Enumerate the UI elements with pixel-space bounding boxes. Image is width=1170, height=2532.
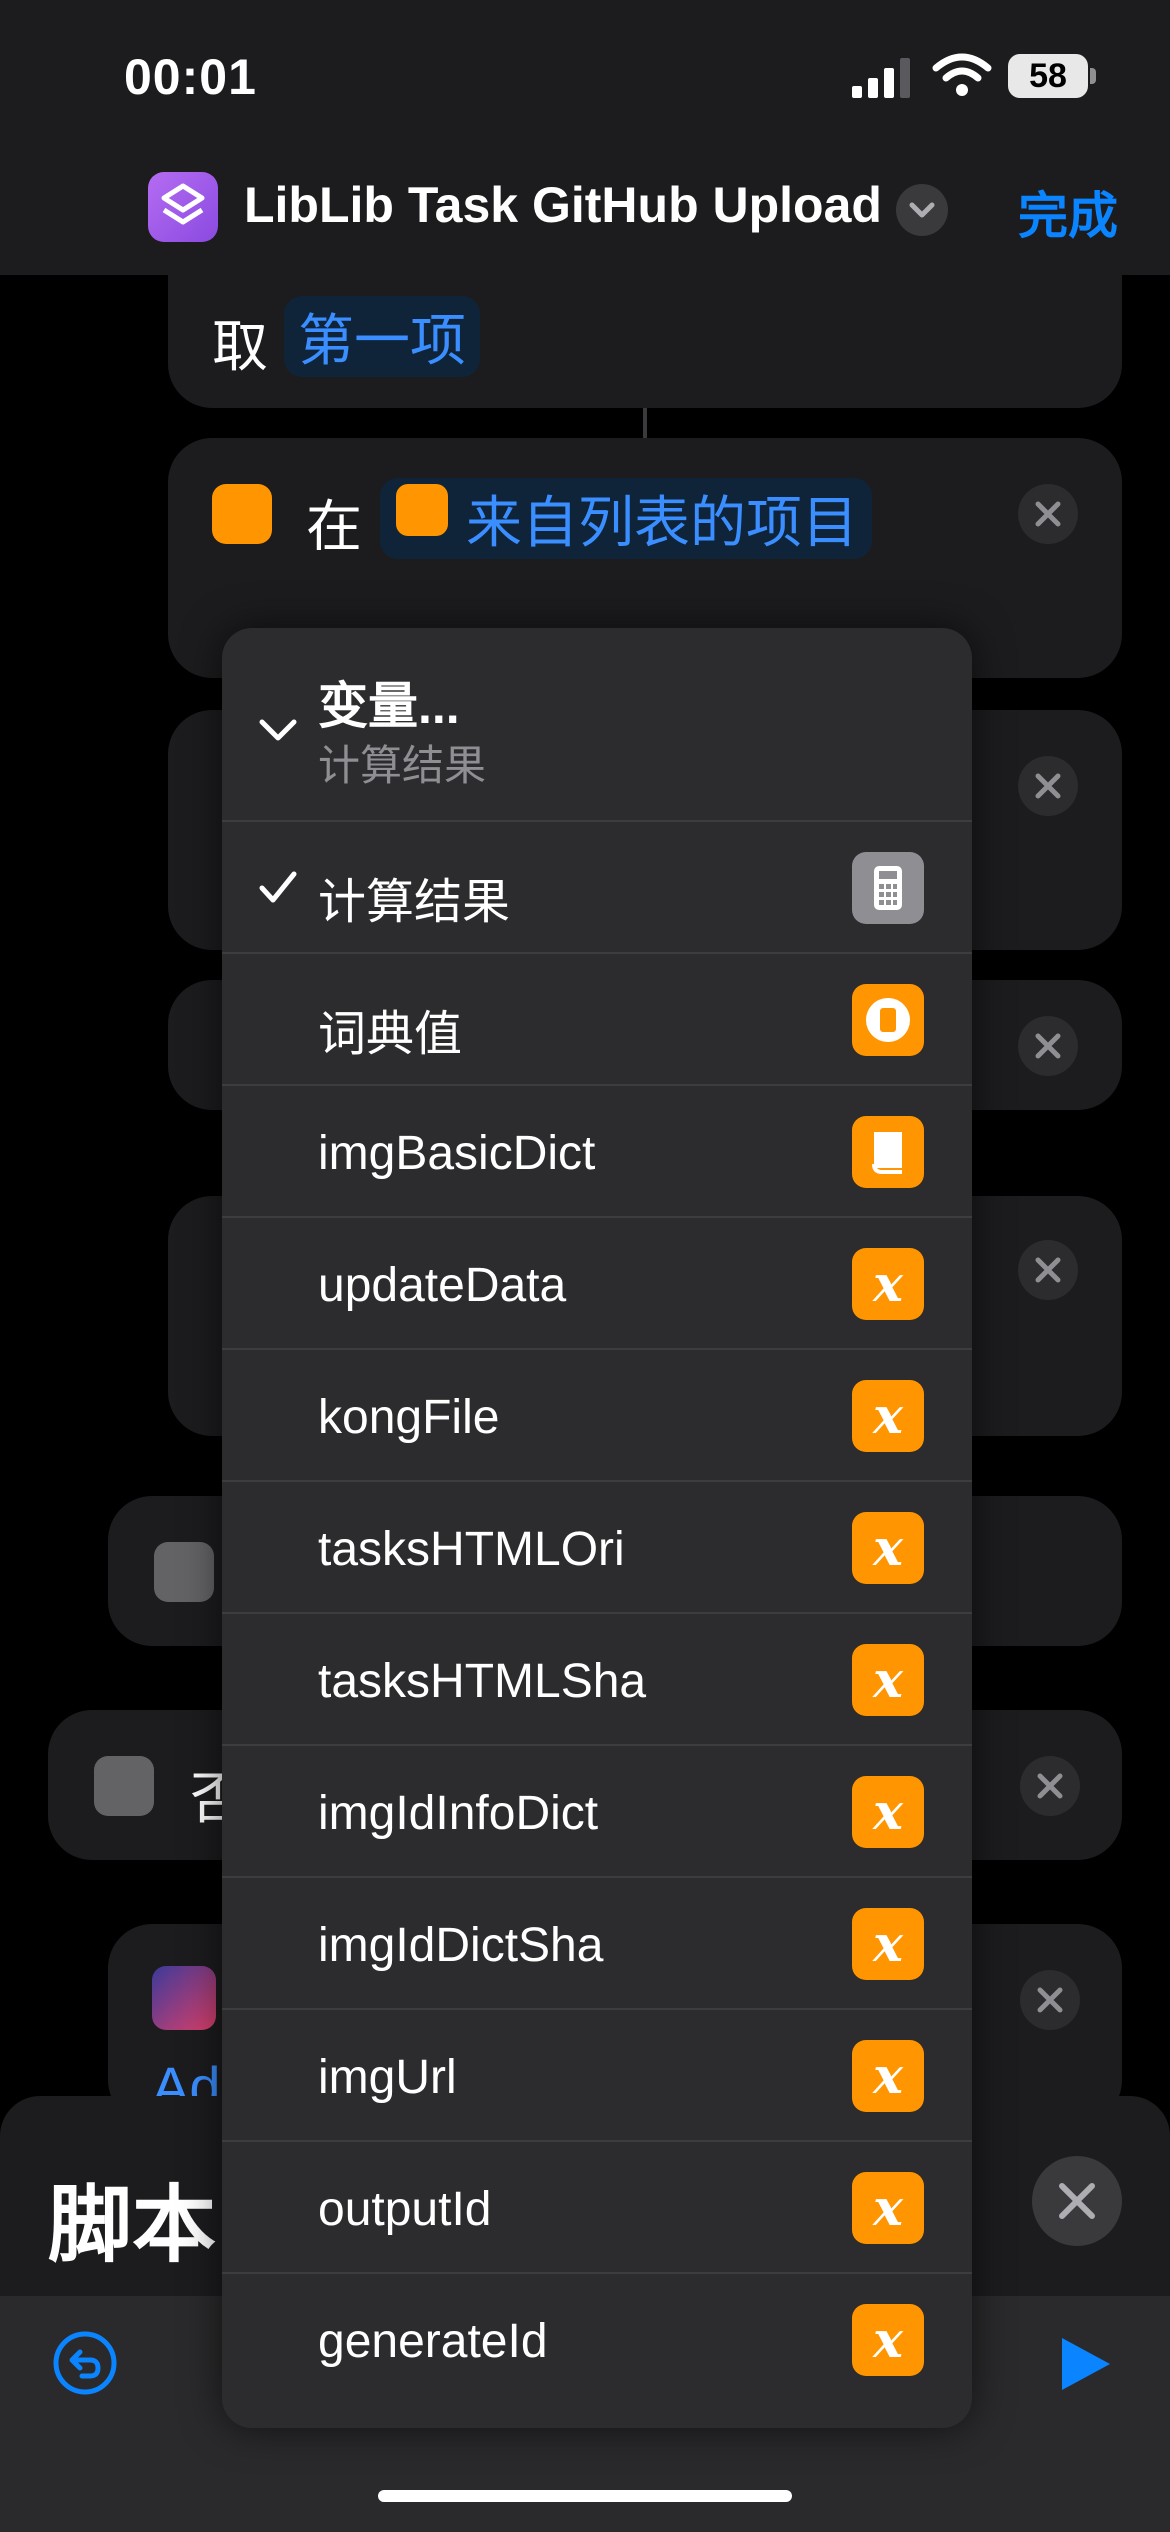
sheet-title: 脚本 — [48, 2178, 217, 2272]
variable-x-icon: x — [852, 1644, 924, 1716]
variable-x-glyph: x — [873, 1914, 903, 1973]
variable-x-icon: x — [852, 1248, 924, 1320]
delete-action-button[interactable] — [1018, 1016, 1078, 1076]
delete-action-button[interactable] — [1018, 484, 1078, 544]
shortcuts-icon — [152, 1966, 216, 2030]
token-label: 来自列表的项目 — [466, 491, 858, 554]
done-button[interactable]: 完成 — [1018, 176, 1118, 248]
menu-item[interactable]: 词典值 — [222, 952, 972, 1086]
book-glyph — [872, 1132, 902, 1174]
layers-icon — [161, 183, 205, 225]
status-time: 00:01 — [124, 49, 257, 105]
connector-line — [643, 408, 647, 438]
menu-item[interactable]: updateData x — [222, 1216, 972, 1350]
calculator-icon — [852, 852, 924, 924]
delete-action-button[interactable] — [1020, 1970, 1080, 2030]
variable-x-glyph: x — [873, 2046, 903, 2105]
close-icon — [1037, 1987, 1063, 2013]
menu-item[interactable]: imgBasicDict — [222, 1084, 972, 1218]
variable-x-glyph: x — [873, 2310, 903, 2369]
menu-item-label: imgIdDictSha — [318, 1919, 604, 1972]
menu-item-label: 词典值 — [318, 1008, 463, 1061]
token-list-item[interactable]: 来自列表的项目 — [380, 478, 872, 559]
menu-item[interactable]: tasksHTMLOri x — [222, 1480, 972, 1614]
book-icon — [852, 1116, 924, 1188]
close-icon — [1035, 773, 1061, 799]
menu-item-label: generateId — [318, 2315, 548, 2368]
checkmark-icon — [259, 871, 297, 903]
menu-item[interactable]: kongFile x — [222, 1348, 972, 1482]
delete-action-button[interactable] — [1018, 1240, 1078, 1300]
menu-item[interactable]: imgIdDictSha x — [222, 1876, 972, 2010]
menu-item[interactable]: generateId x — [222, 2272, 972, 2406]
menu-item[interactable]: imgUrl x — [222, 2008, 972, 2142]
action-text: 取 — [212, 315, 268, 378]
menu-item-label: kongFile — [318, 1391, 500, 1444]
variable-x-glyph: x — [873, 1518, 903, 1577]
variable-x-icon: x — [852, 2304, 924, 2376]
variable-x-icon: x — [852, 1908, 924, 1980]
variable-x-icon: x — [852, 2172, 924, 2244]
menu-item-label: updateData — [318, 1259, 567, 1312]
undo-icon[interactable] — [52, 2330, 118, 2396]
title-menu-button[interactable] — [896, 184, 948, 236]
wifi-icon — [932, 53, 992, 96]
shortcut-title[interactable]: LibLib Task GitHub Upload — [244, 176, 882, 234]
variable-x-glyph: x — [873, 1650, 903, 1709]
branch-icon — [154, 1542, 214, 1602]
variable-x-icon: x — [852, 1512, 924, 1584]
shortcut-app-icon[interactable] — [148, 172, 218, 242]
variable-picker-menu: 变量... 计算结果 计算结果词典值 imgBasicDict updateData… — [222, 628, 972, 2428]
menu-item-label: tasksHTMLOri — [318, 1523, 625, 1576]
dictionary-icon — [852, 984, 924, 1056]
dictionary-glyph — [866, 998, 910, 1042]
menu-item[interactable]: tasksHTMLSha x — [222, 1612, 972, 1746]
menu-item-label: tasksHTMLSha — [318, 1655, 647, 1708]
top-bar: 00:01 58 LibLib Task GitHub Upload 完成 — [0, 0, 1170, 275]
variable-x-glyph: x — [873, 1386, 903, 1445]
calculator-glyph — [874, 866, 902, 910]
variable-x-glyph: x — [873, 1254, 903, 1313]
menu-item-label: imgUrl — [318, 2051, 457, 2104]
menu-header-title: 变量... — [318, 678, 460, 734]
chevron-down-icon — [909, 202, 935, 218]
close-icon — [1035, 1257, 1061, 1283]
chevron-down-icon — [259, 719, 297, 741]
delete-action-button[interactable] — [1018, 756, 1078, 816]
menu-item[interactable]: imgIdInfoDict x — [222, 1744, 972, 1878]
menu-item[interactable]: 计算结果 — [222, 820, 972, 954]
close-icon — [1037, 1773, 1063, 1799]
branch-icon — [94, 1756, 154, 1816]
battery-indicator: 58 — [1008, 54, 1088, 98]
token-first-item[interactable]: 第一项 — [284, 296, 480, 377]
menu-header-variables[interactable]: 变量... 计算结果 — [222, 628, 972, 820]
dictionary-icon — [212, 484, 272, 544]
delete-action-button[interactable] — [1020, 1756, 1080, 1816]
play-icon[interactable] — [1056, 2336, 1112, 2392]
close-icon — [1035, 501, 1061, 527]
variable-x-icon: x — [852, 1380, 924, 1452]
menu-item-label: imgIdInfoDict — [318, 1787, 599, 1840]
menu-item-label: 计算结果 — [318, 876, 511, 929]
battery-tip — [1090, 68, 1096, 84]
home-indicator — [378, 2490, 792, 2502]
variable-x-icon: x — [852, 2040, 924, 2112]
close-sheet-button[interactable] — [1032, 2156, 1122, 2246]
cellular-signal-icon — [852, 58, 910, 98]
variable-x-glyph: x — [873, 2178, 903, 2237]
variable-x-glyph: x — [873, 1782, 903, 1841]
menu-item[interactable]: outputId x — [222, 2140, 972, 2274]
action-text: 在 — [306, 495, 362, 558]
close-icon — [1059, 2183, 1095, 2219]
variable-x-icon: x — [852, 1776, 924, 1848]
close-icon — [1035, 1033, 1061, 1059]
list-icon — [396, 484, 448, 536]
menu-header-subtitle: 计算结果 — [318, 742, 487, 789]
menu-item-label: imgBasicDict — [318, 1127, 596, 1180]
menu-item-label: outputId — [318, 2183, 492, 2236]
